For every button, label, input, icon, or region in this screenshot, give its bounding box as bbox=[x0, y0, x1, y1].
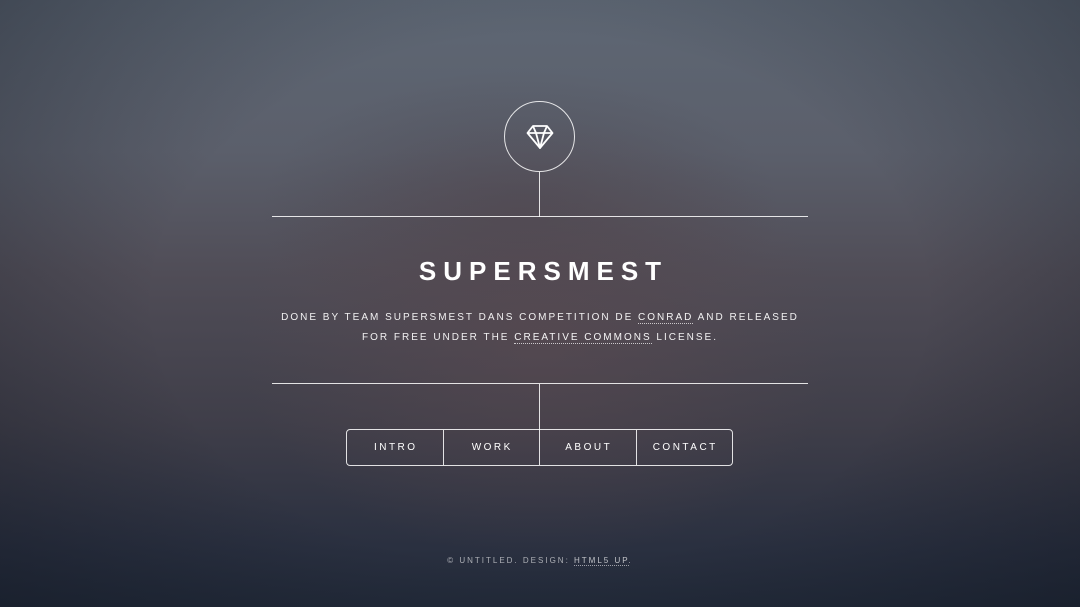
page-wrapper: SUPERSMEST Done by team supersmest dans … bbox=[0, 0, 1080, 607]
html5up-link[interactable]: HTML5 UP bbox=[574, 556, 629, 566]
connector-line-bottom bbox=[539, 384, 540, 430]
connector-line-top bbox=[539, 172, 540, 217]
diamond-icon bbox=[526, 124, 553, 149]
nav-item-contact[interactable]: CONTACT bbox=[635, 430, 733, 465]
tagline: Done by team supersmest dans competition… bbox=[272, 308, 808, 348]
site-footer: © UNTITLED. DESIGN: HTML5 UP. bbox=[0, 556, 1080, 566]
nav-item-intro[interactable]: INTRO bbox=[347, 430, 443, 465]
creative-commons-link[interactable]: Creative Commons bbox=[514, 332, 652, 344]
conrad-link[interactable]: Conrad bbox=[638, 312, 694, 324]
tagline-text-3: license. bbox=[651, 332, 719, 343]
copyright-text: © UNTITLED. DESIGN: bbox=[447, 556, 575, 565]
nav-item-work[interactable]: WORK bbox=[442, 430, 540, 465]
divider-bottom bbox=[272, 383, 808, 384]
divider-top bbox=[272, 216, 808, 217]
logo[interactable] bbox=[504, 101, 575, 172]
footer-period: . bbox=[628, 556, 633, 565]
nav-item-about[interactable]: ABOUT bbox=[539, 430, 636, 465]
tagline-text-1: Done by team supersmest dans competition… bbox=[281, 312, 639, 323]
site-title: SUPERSMEST bbox=[418, 256, 669, 286]
main-nav: INTRO WORK ABOUT CONTACT bbox=[346, 429, 733, 466]
